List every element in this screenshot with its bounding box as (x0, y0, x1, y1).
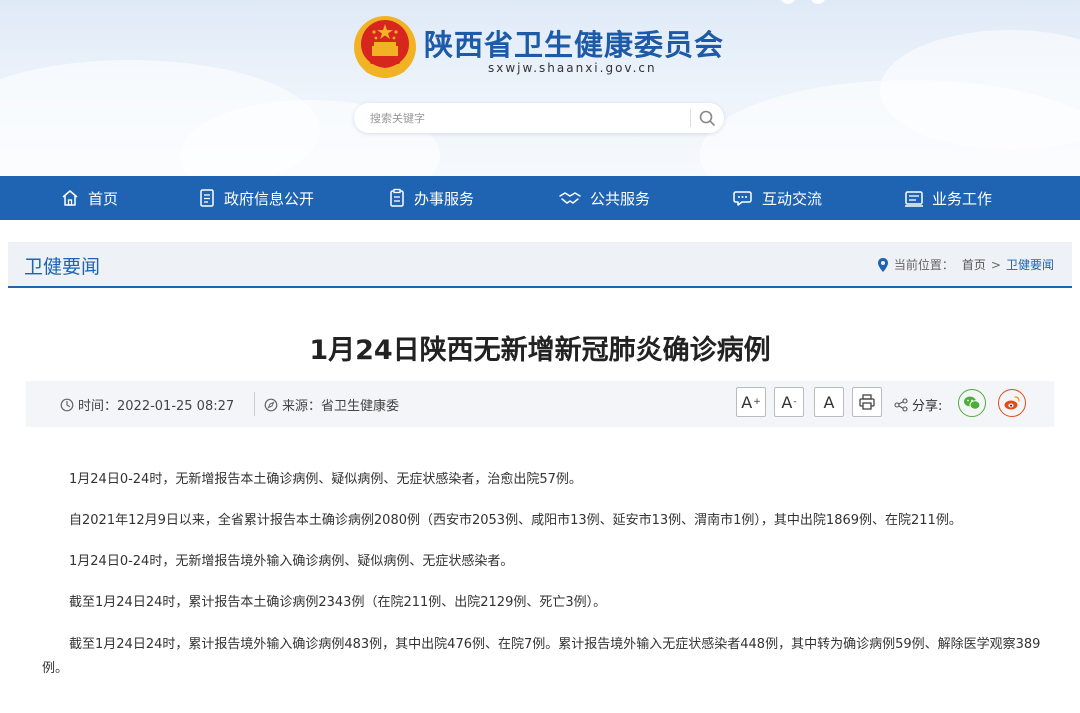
printer-icon (859, 394, 875, 410)
nav-item-interaction[interactable]: 互动交流 (732, 176, 822, 220)
article-paragraph: 自2021年12月9日以来，全省累计报告本土确诊病例2080例（西安市2053例… (69, 513, 962, 528)
search-bar (354, 103, 724, 133)
breadcrumb-separator: > (990, 257, 1001, 272)
publish-time-text: 时间：2022-01-25 08:27 (78, 399, 235, 414)
section-header: 卫健要闻 当前位置： 首页 > 卫健要闻 (8, 242, 1072, 288)
nav-label: 公共服务 (590, 189, 651, 208)
breadcrumb: 当前位置： 首页 > 卫健要闻 (876, 256, 1054, 273)
wechat-icon (964, 396, 981, 410)
national-emblem-logo[interactable] (352, 14, 418, 80)
plus-icon: + (753, 397, 761, 407)
publish-time: 时间：2022-01-25 08:27 (60, 395, 234, 414)
share-section: 分享: (894, 395, 942, 414)
article-title: 1月24日陕西无新增新冠肺炎确诊病例 (309, 335, 771, 366)
handshake-icon (559, 192, 581, 204)
nav-label: 政府信息公开 (224, 189, 315, 208)
font-reset-label: A (823, 392, 835, 412)
location-label: 当前位置： (893, 258, 954, 272)
document-icon (200, 189, 214, 207)
nav-label: 互动交流 (762, 189, 823, 208)
share-weibo-button[interactable] (998, 389, 1026, 417)
search-divider (690, 109, 691, 127)
top-link-dot[interactable] (780, 0, 796, 4)
clock-icon (60, 398, 74, 411)
search-icon (699, 110, 715, 126)
article-meta-bar: 时间：2022-01-25 08:27 来源：省卫生健康委 A + A- A 分享… (26, 381, 1054, 427)
nav-item-services[interactable]: 办事服务 (388, 176, 474, 220)
print-button[interactable] (852, 387, 882, 417)
site-title[interactable]: 陕西省卫生健康委员会 (424, 22, 724, 64)
article-paragraph: 1月24日0-24时，无新增报告本土确诊病例、疑似病例、无症状感染者，治愈出院5… (69, 472, 582, 487)
font-increase-button[interactable]: A + (736, 387, 766, 417)
search-button[interactable] (695, 106, 719, 130)
nav-item-gov-info[interactable]: 政府信息公开 (198, 176, 314, 220)
location-pin-icon (877, 257, 888, 272)
search-input[interactable] (370, 109, 670, 127)
main-nav: 首页 政府信息公开 办事服务 公共服务 互动交流 业务工作 (0, 176, 1080, 220)
weibo-icon (1004, 396, 1020, 410)
compass-icon (264, 398, 278, 411)
breadcrumb-current[interactable]: 卫健要闻 (1006, 256, 1054, 273)
site-domain: sxwjw.shaanxi.gov.cn (488, 61, 657, 75)
share-label: 分享: (912, 399, 943, 414)
article-paragraph: 截至1月24日24时，累计报告境外输入确诊病例483例，其中出院476例、在院7… (42, 637, 1041, 676)
section-title: 卫健要闻 (24, 256, 101, 278)
article-paragraph: 1月24日0-24时，无新增报告境外输入确诊病例、疑似病例、无症状感染者。 (69, 554, 514, 569)
font-decrease-button[interactable]: A- (774, 387, 804, 417)
nav-label: 首页 (88, 189, 119, 208)
nav-item-public-services[interactable]: 公共服务 (558, 176, 650, 220)
nav-item-home[interactable]: 首页 (60, 176, 118, 220)
meta-divider (254, 392, 255, 416)
article-source-text: 来源：省卫生健康委 (282, 399, 400, 414)
briefcase-icon (905, 191, 923, 207)
home-icon (62, 190, 78, 206)
top-link-dot[interactable] (810, 0, 826, 4)
nav-label: 办事服务 (414, 189, 475, 208)
font-reset-button[interactable]: A (814, 387, 844, 417)
nav-label: 业务工作 (932, 189, 993, 208)
chat-icon (733, 191, 752, 206)
article-source: 来源：省卫生健康委 (264, 395, 399, 414)
share-wechat-button[interactable] (958, 389, 986, 417)
font-decrease-label: A (781, 392, 793, 412)
clipboard-icon (390, 188, 404, 207)
site-header: 陕西省卫生健康委员会 sxwjw.shaanxi.gov.cn (0, 0, 1080, 176)
breadcrumb-home[interactable]: 首页 (962, 256, 986, 273)
share-icon (894, 397, 908, 412)
minus-icon: - (793, 397, 797, 407)
font-increase-label: A (741, 392, 753, 412)
nav-item-business[interactable]: 业务工作 (904, 176, 992, 220)
article-paragraph: 截至1月24日24时，累计报告本土确诊病例2343例（在院211例、出院2129… (69, 595, 607, 610)
